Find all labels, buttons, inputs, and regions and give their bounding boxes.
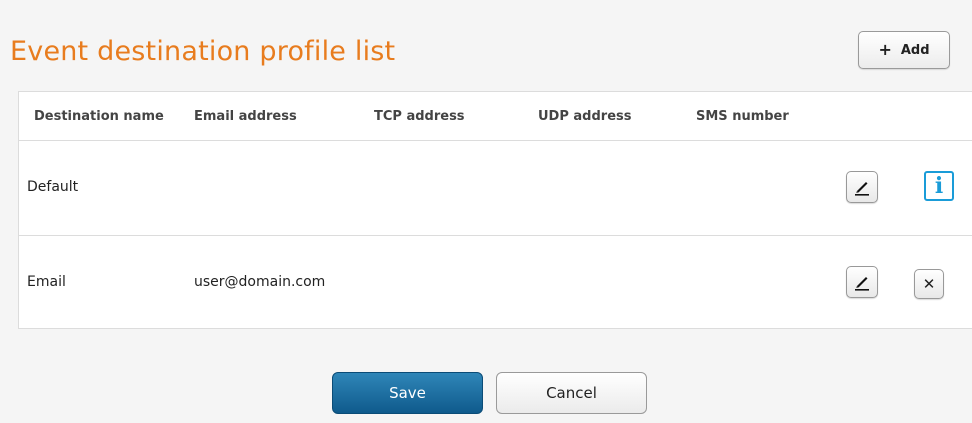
page-title: Event destination profile list [10,36,396,67]
cancel-button[interactable]: Cancel [496,372,647,414]
column-header-sms-number: SMS number [696,109,789,124]
add-button-label: Add [900,42,930,58]
cell-destination-name: Email [27,274,66,290]
column-header-udp-address: UDP address [538,109,632,124]
event-destination-profile-page: Event destination profile list + Add Des… [0,0,972,423]
column-header-email-address: Email address [194,109,297,124]
info-icon: i [934,173,944,199]
table-header: Destination name Email address TCP addre… [19,92,972,141]
plus-icon: + [878,40,892,59]
edit-icon [855,277,869,291]
edit-button[interactable] [846,266,878,298]
profile-table: Destination name Email address TCP addre… [18,91,972,329]
info-button[interactable]: i [924,171,954,201]
table-row: Default i [19,141,972,236]
edit-icon [855,182,869,196]
table-row: Email user@domain.com ✕ [19,236,972,331]
cell-email-address: user@domain.com [194,274,326,290]
delete-icon: ✕ [922,274,936,293]
column-header-destination-name: Destination name [34,109,164,124]
cell-destination-name: Default [27,179,79,195]
delete-button[interactable]: ✕ [914,269,944,299]
column-header-tcp-address: TCP address [374,109,465,124]
save-button[interactable]: Save [332,372,483,414]
add-button[interactable]: + Add [858,31,950,69]
edit-button[interactable] [846,171,878,203]
